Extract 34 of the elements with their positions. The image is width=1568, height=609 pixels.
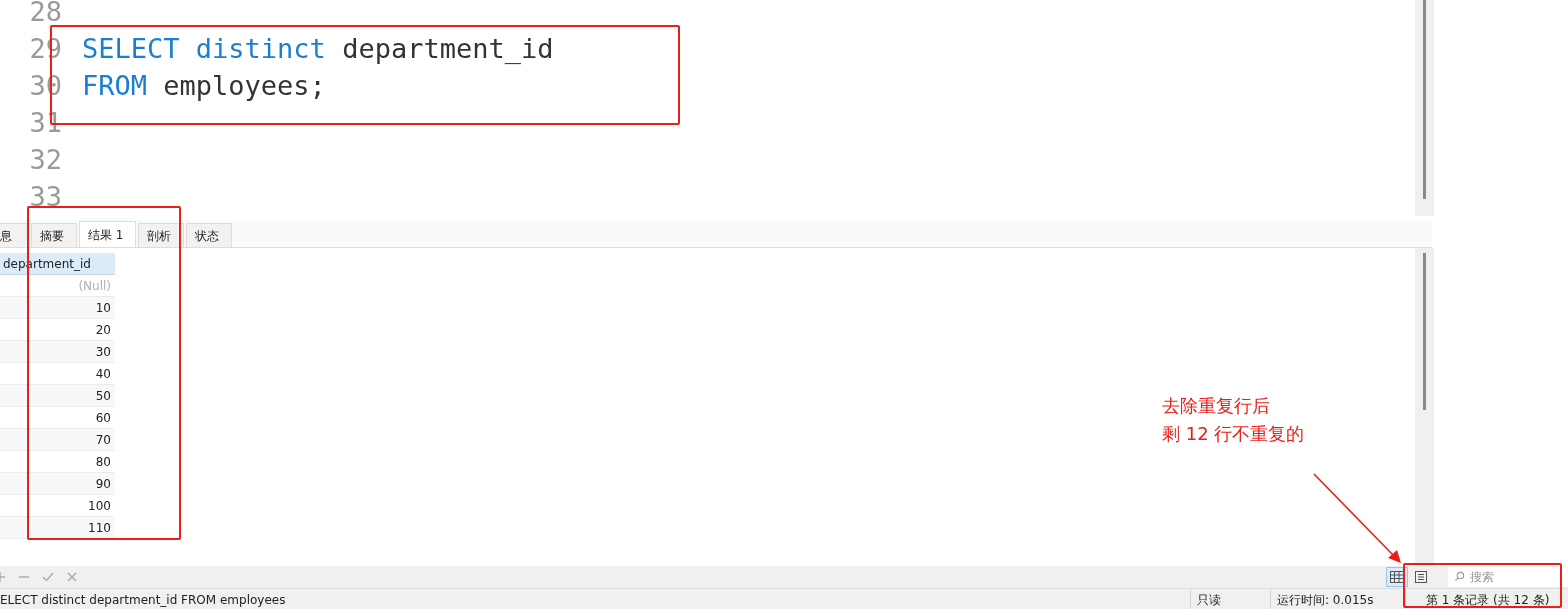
line-number: 28 [28,0,62,29]
grid-icon [1389,569,1405,585]
search-icon [1454,571,1465,582]
sql-identifier: department_id [342,33,554,64]
table-cell: 30 [0,341,115,363]
close-icon[interactable] [65,570,79,584]
tab[interactable]: 息 [0,223,29,247]
tab[interactable]: 状态 [186,223,233,247]
tab[interactable]: 摘要 [31,223,77,247]
grid-view-button[interactable] [1386,567,1408,587]
sql-keyword: SELECT [82,33,180,64]
list-icon [1413,569,1429,585]
line-number: 32 [28,143,62,177]
tab[interactable]: 结果 1 [79,221,137,247]
table-cell: 50 [0,385,115,407]
annotation-text: 去除重复行后 [1162,394,1271,418]
scrollbar-thumb[interactable] [1423,253,1426,410]
table-cell: 10 [0,297,115,319]
tab[interactable]: 剖析 [138,223,185,247]
scrollbar-thumb[interactable] [1423,0,1426,199]
status-text: ELECT distinct department_id FROM employees [0,591,287,609]
sql-keyword: distinct [195,33,326,64]
table-cell: 70 [0,429,115,451]
table-cell: 90 [0,473,115,495]
line-number: 33 [28,180,62,214]
sql-identifier: employees; [163,70,326,101]
status-text: 只读 [1190,589,1270,609]
status-text: 第 1 条记录 (共 12 条) [1405,589,1568,609]
status-text: 运行时间: 0.015s [1270,589,1405,609]
annotation-text: 剩 12 行不重复的 [1162,422,1305,446]
search-field[interactable]: 搜索 [1448,567,1568,587]
check-icon[interactable] [41,570,55,584]
table-cell: 110 [0,517,115,539]
sql-keyword: FROM [82,70,148,101]
